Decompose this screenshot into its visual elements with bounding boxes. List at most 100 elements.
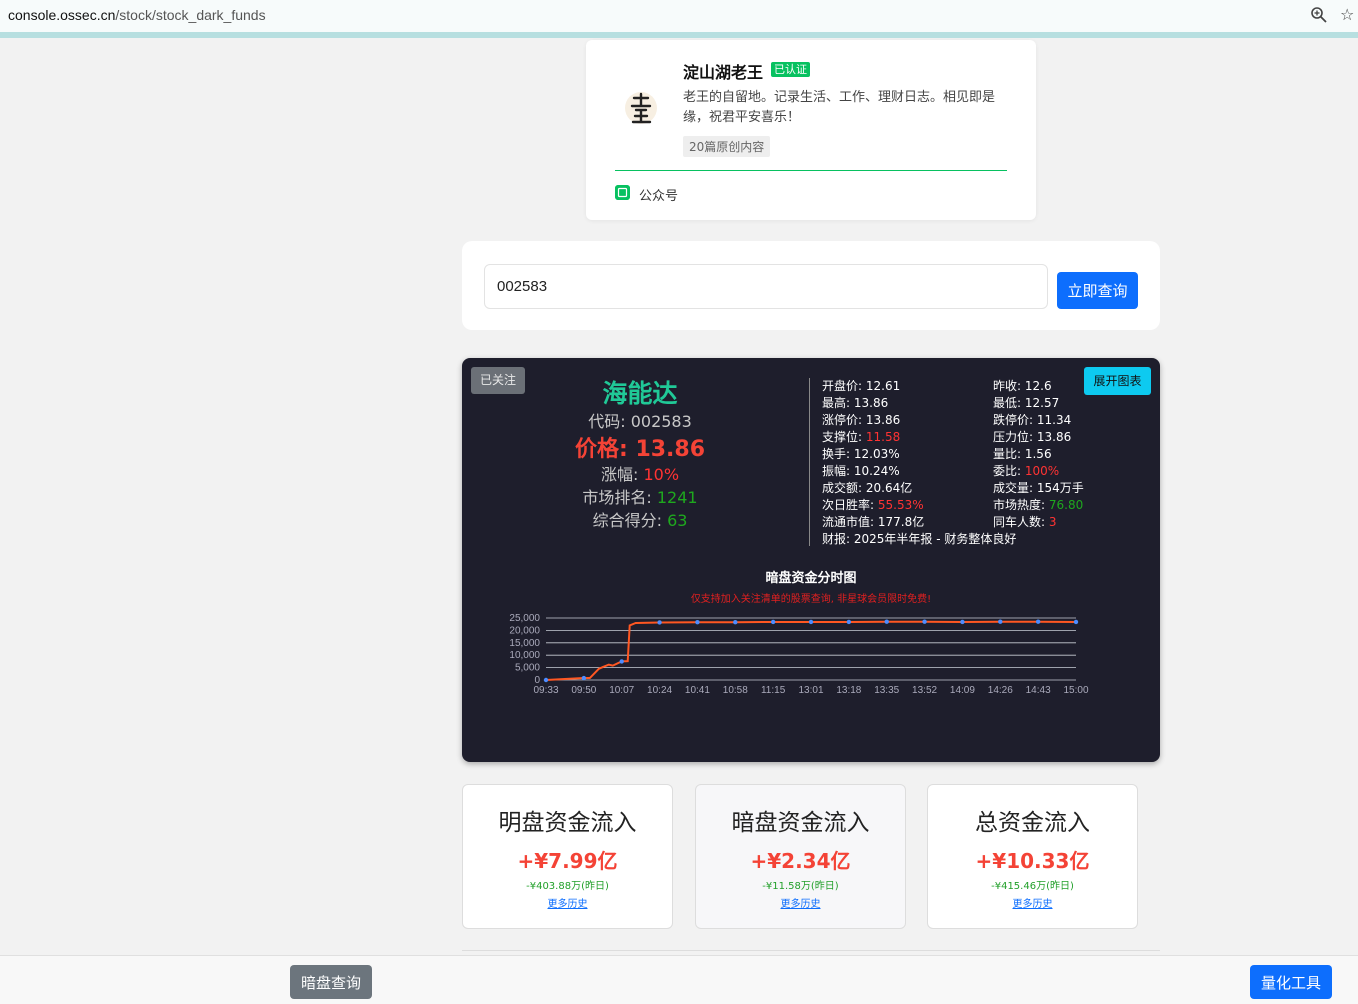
x-tick-label: 15:00 [1063, 685, 1088, 696]
stat-right-3: 压力位: 13.86 [993, 430, 1072, 444]
x-tick-label: 13:01 [798, 685, 823, 696]
stat-left-3: 支撑位: 11.58 [822, 430, 901, 444]
data-point[interactable] [619, 659, 624, 664]
overall-score: 综合得分: 63 [592, 511, 688, 530]
x-tick-label: 09:50 [571, 685, 596, 696]
quant-tools-button[interactable]: 量化工具 [1250, 965, 1332, 999]
bottom-toolbar: 暗盘查询 量化工具 [0, 955, 1358, 1004]
stat-right-6: 成交量: 154万手 [993, 481, 1084, 495]
flow-prev-day: -¥11.58万(昨日) [762, 881, 839, 892]
x-tick-label: 14:26 [988, 685, 1013, 696]
visible-flow-card: 明盘资金流入 +¥7.99亿 -¥403.88万(昨日) 更多历史 [462, 784, 673, 929]
stock-detail-panel: 已关注 展开图表 海能达 代码: 002583 价格: 13.86 涨幅: 10… [462, 358, 1160, 762]
flow-value: +¥2.34亿 [750, 849, 851, 873]
flow-value: +¥10.33亿 [975, 849, 1090, 873]
x-tick-label: 10:41 [685, 685, 710, 696]
data-point[interactable] [657, 620, 662, 625]
flow-prev-day: -¥415.46万(昨日) [991, 881, 1074, 892]
stat-right-1: 最低: 12.57 [993, 396, 1060, 410]
stats-divider [809, 378, 810, 546]
data-point[interactable] [770, 619, 776, 625]
query-button[interactable]: 立即查询 [1057, 272, 1138, 309]
author-avatar [625, 92, 657, 124]
flow-title: 暗盘资金流入 [731, 810, 870, 836]
market-rank: 市场排名: 1241 [582, 488, 698, 507]
verified-badge: 已认证 [771, 62, 810, 77]
stat-left-9: 财报: 2025年半年报 - 财务整体良好 [822, 532, 1017, 546]
stat-left-0: 开盘价: 12.61 [822, 379, 901, 393]
data-point[interactable] [581, 675, 587, 681]
stat-right-2: 跌停价: 11.34 [993, 413, 1072, 427]
data-point[interactable] [960, 619, 965, 625]
stat-left-6: 成交额: 20.64亿 [822, 481, 913, 495]
dark-funds-chart: 25,00020,00015,00010,0005,000009:33 09:50… [509, 613, 1089, 696]
stat-left-4: 换手: 12.03% [822, 447, 900, 461]
data-point[interactable] [846, 619, 852, 625]
x-tick-label: 10:07 [609, 685, 634, 696]
chart-title: 暗盘资金分时图 [765, 571, 857, 586]
data-point[interactable] [922, 619, 927, 624]
author-name: 淀山湖老王 [683, 63, 764, 82]
y-tick-label: 10,000 [509, 650, 540, 661]
stat-left-7: 次日胜率: 55.53% [822, 498, 924, 512]
bookmark-star-icon[interactable]: ☆ [1340, 5, 1354, 25]
x-tick-label: 14:43 [1026, 685, 1051, 696]
expand-chart-button[interactable]: 展开图表 [1084, 367, 1151, 395]
y-tick-label: 25,000 [509, 613, 540, 624]
flow-title: 明盘资金流入 [498, 810, 637, 836]
x-tick-label: 10:58 [723, 685, 748, 696]
stat-left-8: 流通市值: 177.8亿 [822, 515, 925, 529]
search-card: 立即查询 [462, 241, 1160, 330]
flow-title: 总资金流入 [975, 810, 1090, 836]
data-point[interactable] [1035, 619, 1041, 624]
more-history-link[interactable]: 更多历史 [696, 895, 905, 910]
x-tick-label: 13:35 [874, 685, 899, 696]
stock-code-input[interactable] [484, 264, 1048, 309]
y-tick-label: 5,000 [515, 663, 540, 674]
stock-name: 海能达 [602, 379, 678, 408]
flow-prev-day: -¥403.88万(昨日) [526, 881, 609, 892]
stat-right-7: 市场热度: 76.80 [993, 498, 1084, 512]
dark-flow-card: 暗盘资金流入 +¥2.34亿 -¥11.58万(昨日) 更多历史 [695, 784, 906, 929]
x-tick-label: 09:33 [533, 685, 558, 696]
author-description: 老王的自留地。记录生活、工作、理财日志。相见即是缘，祝君平安喜乐！ [683, 90, 996, 125]
stat-right-0: 昨收: 12.6 [993, 379, 1052, 393]
wechat-official-account-icon [615, 185, 630, 200]
data-point[interactable] [884, 619, 889, 624]
author-divider [615, 170, 1007, 171]
stat-right-8: 同车人数: 3 [993, 515, 1057, 529]
zoom-icon[interactable] [1310, 6, 1328, 24]
more-history-link[interactable]: 更多历史 [463, 895, 672, 910]
x-tick-label: 13:52 [912, 685, 937, 696]
followed-button[interactable]: 已关注 [471, 367, 525, 394]
official-account-label[interactable]: 公众号 [639, 185, 678, 204]
stock-code: 代码: 002583 [588, 412, 692, 431]
stock-price: 价格: 13.86 [574, 437, 706, 462]
data-point[interactable] [543, 677, 549, 683]
stat-left-2: 涨停价: 13.86 [822, 413, 901, 427]
browser-address-bar[interactable]: console.ossec.cn/stock/stock_dark_funds … [0, 0, 1358, 32]
total-flow-card: 总资金流入 +¥10.33亿 -¥415.46万(昨日) 更多历史 [927, 784, 1138, 929]
stat-left-1: 最高: 13.86 [822, 396, 889, 410]
x-tick-label: 10:24 [647, 685, 672, 696]
y-tick-label: 15,000 [509, 638, 540, 649]
x-tick-label: 11:15 [761, 685, 786, 696]
stock-change: 涨幅: 10% [600, 465, 680, 484]
y-tick-label: 20,000 [509, 625, 540, 636]
data-point[interactable] [695, 620, 700, 625]
stat-right-5: 委比: 100% [993, 464, 1060, 478]
flow-value: +¥7.99亿 [517, 849, 618, 873]
stat-left-5: 振幅: 10.24% [822, 464, 900, 478]
data-point[interactable] [998, 619, 1003, 624]
data-point[interactable] [1073, 619, 1079, 625]
data-point[interactable] [733, 620, 738, 625]
stat-right-4: 量比: 1.56 [993, 447, 1052, 461]
data-point[interactable] [808, 619, 814, 625]
dark-query-button[interactable]: 暗盘查询 [290, 965, 372, 999]
x-tick-label: 14:09 [950, 685, 975, 696]
original-count-tag: 20篇原创内容 [683, 136, 771, 157]
more-history-link[interactable]: 更多历史 [928, 895, 1137, 910]
url-text[interactable]: console.ossec.cn/stock/stock_dark_funds [8, 7, 266, 23]
x-tick-label: 13:18 [836, 685, 861, 696]
browser-strip [0, 32, 1358, 38]
